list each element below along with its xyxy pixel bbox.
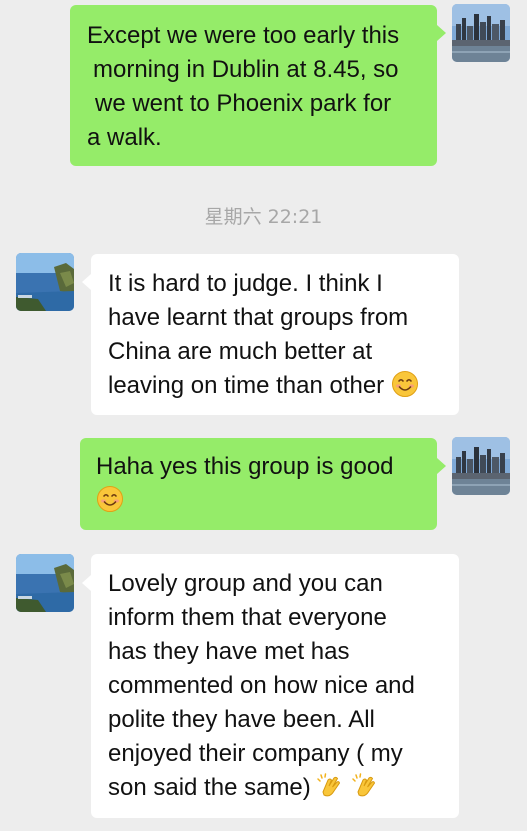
message-text-line: polite they have been. All [108, 706, 375, 733]
message-text-line: commented on how nice and [108, 672, 415, 699]
message-text-line: inform them that everyone [108, 604, 387, 631]
city-skyline-avatar[interactable] [452, 437, 510, 495]
message-bubble-received[interactable]: Lovely group and you can inform them tha… [91, 554, 459, 818]
message-text-line: Haha yes this group is good [96, 453, 394, 480]
clapping-hands-icon [317, 772, 345, 800]
message-text-line: Lovely group and you can [108, 570, 383, 597]
clapping-hands-icon [352, 772, 380, 800]
bubble-tail [437, 25, 446, 41]
smiling-face-icon [391, 370, 419, 398]
message-bubble-sent[interactable]: Haha yes this group is good [80, 438, 437, 530]
message-text: son said the same) [108, 774, 311, 801]
bubble-tail [437, 458, 446, 474]
message-text-line: has they have met has [108, 638, 350, 665]
message-text-line: enjoyed their company ( my [108, 740, 403, 767]
message-text-line: It is hard to judge. I think I [108, 270, 383, 297]
message-text-line: have learnt that groups from [108, 304, 409, 331]
bubble-tail [82, 575, 91, 591]
coastal-cliff-avatar[interactable] [16, 554, 74, 612]
message-text-line: morning in Dublin at 8.45, so [93, 56, 399, 83]
city-skyline-avatar[interactable] [452, 4, 510, 62]
message-text-line: China are much better at [108, 338, 373, 365]
message-text-line: Except we were too early this [87, 22, 400, 49]
message-text-line: a walk. [87, 124, 162, 151]
smiling-face-icon [96, 485, 124, 513]
message-text: leaving on time than other [108, 372, 385, 399]
message-text-line [96, 484, 425, 518]
message-text-line: leaving on time than other [108, 369, 447, 403]
message-text-line: we went to Phoenix park for [95, 90, 392, 117]
coastal-cliff-avatar[interactable] [16, 253, 74, 311]
message-timestamp: 星期六 22:21 [204, 206, 323, 228]
message-text-line: son said the same) [108, 771, 447, 805]
message-bubble-received[interactable]: It is hard to judge. I think I have lear… [91, 254, 459, 415]
message-bubble-sent[interactable]: Except we were too early this morning in… [70, 5, 437, 166]
bubble-tail [82, 274, 91, 290]
